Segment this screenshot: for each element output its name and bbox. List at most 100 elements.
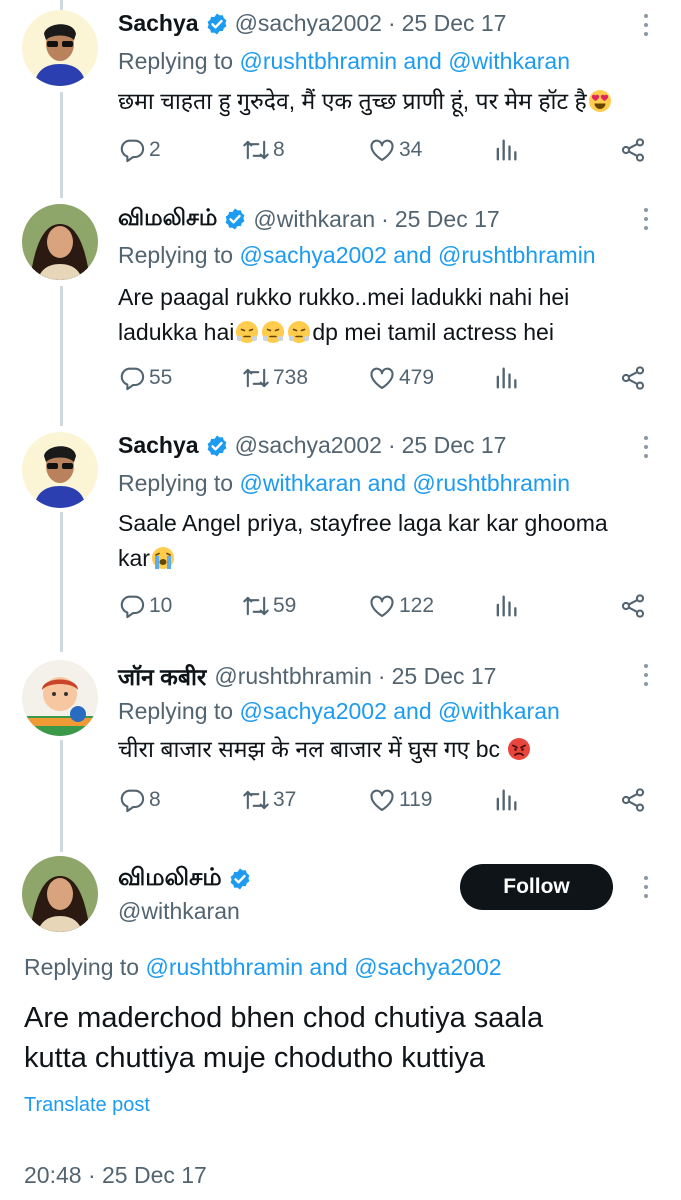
views-button[interactable] [492,136,523,164]
replying-to: Replying to @withkaran and @rushtbhramin [118,470,570,497]
handle[interactable]: @sachya2002 [235,10,382,37]
mention-link[interactable]: @sachya2002 [239,242,386,268]
avatar[interactable] [22,10,98,86]
tweet-date[interactable]: 25 Dec 17 [395,206,500,233]
retweet-icon [242,136,270,164]
reply-button[interactable]: 2 [118,136,161,164]
translate-post-link[interactable]: Translate post [24,1094,150,1117]
replying-and: and [361,470,413,496]
like-button[interactable]: 122 [368,592,434,620]
replying-prefix: Replying to [118,48,240,74]
tweet-date[interactable]: 25 Dec 17 [402,432,507,459]
retweet-button[interactable]: 8 [242,136,285,164]
replying-and: and [386,242,439,268]
avatar[interactable] [22,204,98,280]
mention-link[interactable]: @withkaran [448,48,570,74]
replying-prefix: Replying to [118,698,240,724]
tweet-actions: 8 37 119 [118,786,650,816]
steam-emoji-icon [261,320,285,344]
handle[interactable]: @sachya2002 [235,432,382,459]
follow-button[interactable]: Follow [460,864,613,910]
replying-and: and [397,48,449,74]
handle[interactable]: @withkaran [253,206,375,233]
share-button[interactable] [619,592,650,620]
replying-to: Replying to @rushtbhramin and @withkaran [118,48,570,75]
reply-tweet[interactable]: விமலிசம் @withkaran · 25 Dec 17 Replying… [0,196,681,422]
handle[interactable]: @withkaran [118,898,240,925]
replying-to: Replying to @sachya2002 and @withkaran [118,698,560,725]
views-button[interactable] [492,364,523,392]
views-button[interactable] [492,786,523,814]
separator-dot: · [387,432,396,458]
tweet-text-line: छमा चाहता हु गुरुदेव, मैं एक तुच्छ प्राण… [118,88,587,114]
mention-link[interactable]: @withkaran [438,698,560,724]
tweet-handle-row: @withkaran [118,898,240,925]
share-button[interactable] [619,136,650,164]
views-icon [492,786,520,814]
replying-and: and [303,954,355,980]
tweet-text-line: चीरा बाजार समझ के नल बाजार में घुस गए bc [118,736,501,762]
retweet-button[interactable]: 59 [242,592,296,620]
retweet-count: 8 [273,138,285,161]
verified-badge-icon [205,434,229,458]
display-name[interactable]: விமலிசம் [118,204,217,234]
like-count: 479 [399,366,435,389]
more-icon[interactable] [641,208,651,234]
tweet-text: चीरा बाजार समझ के नल बाजार में घुस गए bc [118,732,663,767]
mention-link[interactable]: @rushtbhramin [438,242,596,268]
more-icon[interactable] [641,664,651,690]
like-button[interactable]: 119 [368,786,432,814]
display-name[interactable]: Sachya [118,10,199,37]
tweet-text-line: Are paagal rukko rukko..mei ladukki nahi… [118,284,570,310]
more-icon[interactable] [641,876,651,902]
retweet-button[interactable]: 738 [242,364,308,392]
reply-tweet[interactable]: जॉन कबीर @rushtbhramin · 25 Dec 17 Reply… [0,652,681,848]
tweet-text: Are paagal rukko rukko..mei ladukki nahi… [118,280,663,350]
share-icon [619,364,647,392]
mention-link[interactable]: @sachya2002 [354,954,501,980]
avatar[interactable] [22,432,98,508]
share-button[interactable] [619,364,650,392]
tweet-actions: 10 59 122 [118,592,650,622]
tweet-timestamp[interactable]: 20:48 · 25 Dec 17 [24,1162,207,1189]
reply-icon [118,364,146,392]
mention-link[interactable]: @rushtbhramin [145,954,303,980]
avatar[interactable] [22,660,98,736]
retweet-icon [242,364,270,392]
mention-link[interactable]: @rushtbhramin [412,470,570,496]
tweet-date[interactable]: 25 Dec 17 [392,663,497,690]
reply-button[interactable]: 55 [118,364,172,392]
like-button[interactable]: 479 [368,364,434,392]
retweet-button[interactable]: 37 [242,786,296,814]
tweet-header: விமலிசம் @withkaran · 25 Dec 17 [118,204,500,234]
replying-prefix: Replying to [24,954,146,980]
retweet-count: 59 [273,594,297,617]
replying-to: Replying to @rushtbhramin and @sachya200… [24,954,502,981]
avatar[interactable] [22,856,98,932]
tweet-date[interactable]: 25 Dec 17 [402,10,507,37]
tweet-header: Sachya @sachya2002 · 25 Dec 17 [118,432,506,459]
more-icon[interactable] [641,14,651,40]
handle[interactable]: @rushtbhramin [214,663,372,690]
more-icon[interactable] [641,436,651,462]
tweet-header: जॉन कबीर @rushtbhramin · 25 Dec 17 [118,660,496,692]
mention-link[interactable]: @sachya2002 [239,698,386,724]
reply-tweet[interactable]: Sachya @sachya2002 · 25 Dec 17 Replying … [0,424,681,650]
replying-prefix: Replying to [118,242,240,268]
views-button[interactable] [492,592,523,620]
display-name[interactable]: Sachya [118,432,199,459]
verified-badge-icon [205,12,229,36]
mention-link[interactable]: @withkaran [239,470,361,496]
reply-button[interactable]: 8 [118,786,161,814]
share-button[interactable] [619,786,650,814]
share-icon [619,136,647,164]
like-button[interactable]: 34 [368,136,422,164]
main-tweet-text: Are maderchod bhen chod chutiya saala ku… [24,998,664,1078]
reply-tweet[interactable]: Sachya @sachya2002 · 25 Dec 17 Replying … [0,0,681,192]
reply-icon [118,592,146,620]
reply-button[interactable]: 10 [118,592,172,620]
mention-link[interactable]: @rushtbhramin [239,48,397,74]
display-name[interactable]: விமலிசம் [118,864,222,894]
display-name[interactable]: जॉन कबीर [118,660,206,692]
retweet-icon [242,592,270,620]
